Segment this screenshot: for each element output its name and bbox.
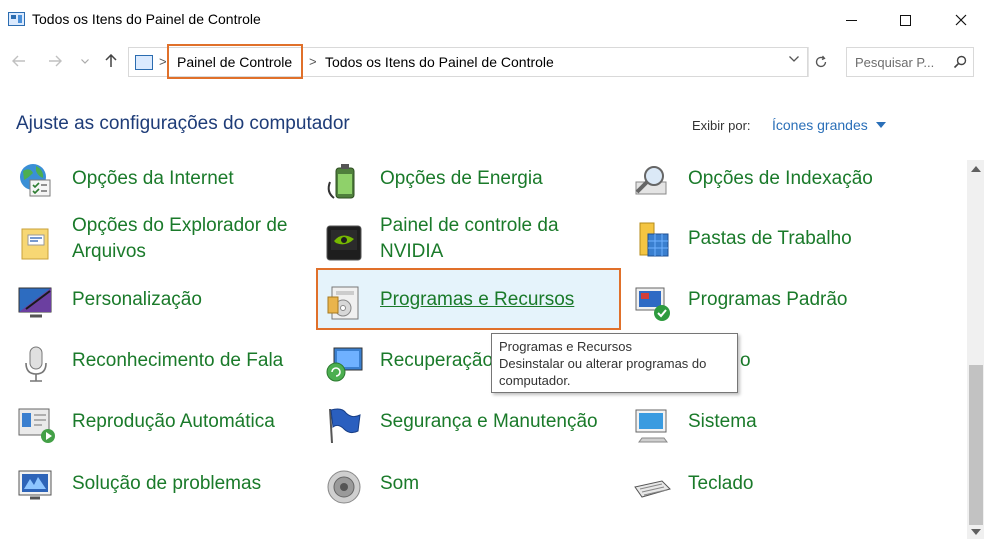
troubleshooting-icon [18,470,52,500]
item-personalization[interactable]: Personalização [16,283,276,323]
scroll-down-arrow-icon[interactable] [971,529,981,535]
item-label[interactable]: Programas e Recursos [380,287,574,313]
tooltip-title: Programas e Recursos [499,339,632,354]
chevron-down-icon [789,56,799,62]
battery-power-icon [327,164,355,199]
item-speech-recognition[interactable]: Reconhecimento de Fala [16,344,296,384]
breadcrumb-all-items[interactable]: Todos os Itens do Painel de Controle [325,54,554,70]
view-by-label: Exibir por: [692,118,751,133]
item-label[interactable]: Reprodução Automática [72,409,275,435]
forward-button[interactable] [44,50,66,72]
microphone-icon [25,346,47,382]
item-default-programs[interactable]: Programas Padrão [632,283,912,323]
scroll-up-arrow-icon[interactable] [971,166,981,172]
item-security-maintenance[interactable]: Segurança e Manutenção [324,405,614,445]
close-icon [955,14,967,26]
recovery-icon [326,347,363,382]
item-label[interactable]: Solução de problemas [72,471,261,497]
scrollbar-thumb[interactable] [969,365,983,525]
item-autoplay[interactable]: Reprodução Automática [16,405,296,445]
item-label[interactable]: Recuperação [380,348,493,374]
item-sound[interactable]: Som [324,467,524,507]
indexing-magnifier-icon [635,166,667,195]
system-computer-icon [635,409,668,443]
minimize-icon [845,19,857,21]
item-label[interactable]: Opções da Internet [72,166,234,192]
work-folders-icon [639,222,669,257]
programs-features-icon [327,286,359,320]
back-button[interactable] [8,50,30,72]
item-programs-and-features[interactable]: Programas e Recursos [324,283,614,323]
search-input[interactable] [847,48,947,76]
maximize-icon [899,14,911,26]
arrow-right-icon [49,55,62,67]
item-troubleshooting[interactable]: Solução de problemas [16,467,296,507]
title-bar: Todos os Itens do Painel de Controle [0,0,984,40]
refresh-button[interactable] [808,47,832,77]
address-dropdown-button[interactable] [784,44,804,74]
item-region[interactable]: o [740,344,780,384]
page-title: Ajuste as configurações do computador [16,113,350,134]
chevron-down-icon [81,58,89,64]
minimize-button[interactable] [828,0,874,40]
control-panel-icon [8,12,25,26]
item-internet-options[interactable]: Opções da Internet [16,162,276,202]
item-label[interactable]: Painel de controle da NVIDIA [380,213,620,265]
item-label[interactable]: Sistema [688,409,757,435]
item-label[interactable]: Personalização [72,287,202,313]
item-file-explorer-options[interactable]: Opções do Explorador de Arquivos [16,213,306,269]
speaker-icon [327,470,361,504]
tooltip-description-line: computador. [499,373,571,388]
caret-down-icon[interactable] [876,122,886,128]
breadcrumb-separator: > [159,54,167,69]
item-label[interactable]: Reconhecimento de Fala [72,348,283,374]
item-label[interactable]: Opções do Explorador de Arquivos [72,213,312,265]
breadcrumb-separator: > [309,54,317,69]
close-button[interactable] [938,0,984,40]
item-label[interactable]: Teclado [688,471,754,497]
item-label[interactable]: o [740,348,751,374]
view-by-dropdown[interactable]: Ícones grandes [772,117,868,133]
item-label[interactable]: Opções de Energia [380,166,543,192]
item-system[interactable]: Sistema [632,405,832,445]
item-label[interactable]: Opções de Indexação [688,166,873,192]
item-nvidia-control-panel[interactable]: Painel de controle da NVIDIA [324,213,604,269]
item-power-options[interactable]: Opções de Energia [324,162,584,202]
item-label[interactable]: Pastas de Trabalho [688,226,852,252]
tooltip: Programas e Recursos Desinstalar ou alte… [491,333,738,393]
item-indexing-options[interactable]: Opções de Indexação [632,162,912,202]
item-work-folders[interactable]: Pastas de Trabalho [632,220,912,260]
personalization-monitor-icon [18,287,52,318]
breadcrumb-highlight [167,44,303,79]
item-recovery[interactable]: Recuperação [324,344,504,384]
search-icon [953,55,967,69]
keyboard-icon [634,480,671,498]
refresh-icon [815,55,826,68]
flag-icon [329,408,361,444]
item-label[interactable]: Programas Padrão [688,287,847,313]
arrow-left-icon [12,55,25,67]
default-programs-icon [635,287,670,321]
item-label[interactable]: Segurança e Manutenção [380,409,598,435]
navigation-bar: > Painel de Controle > Todos os Itens do… [0,42,984,80]
folder-options-icon [21,228,49,260]
search-box[interactable] [846,47,974,77]
item-label[interactable]: Som [380,471,419,497]
arrow-up-icon [105,54,117,67]
control-panel-icon [135,55,153,70]
tooltip-description-line: Desinstalar ou alterar programas do [499,356,707,371]
item-keyboard[interactable]: Teclado [632,467,832,507]
autoplay-icon [18,408,55,443]
nvidia-icon [326,225,362,261]
window-title: Todos os Itens do Painel de Controle [32,11,261,27]
maximize-button[interactable] [882,0,928,40]
recent-locations-button[interactable] [74,50,96,72]
up-button[interactable] [100,50,122,72]
globe-checklist-icon [20,164,51,197]
